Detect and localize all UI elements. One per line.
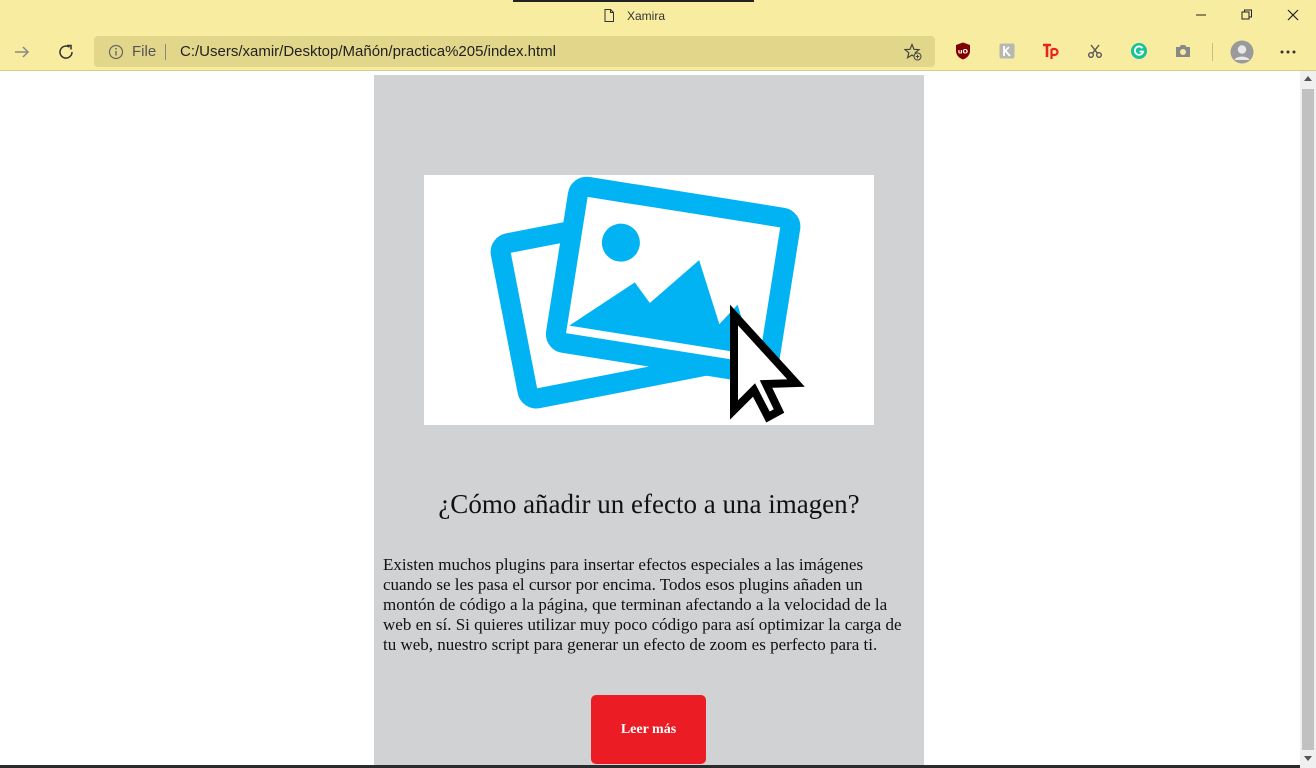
article-card: ¿Cómo añadir un efecto a una imagen? Exi… <box>374 75 924 768</box>
scissors-extension[interactable] <box>1086 42 1104 60</box>
scheme-label: File <box>132 43 157 60</box>
profile-button[interactable] <box>1226 36 1258 68</box>
forward-arrow-icon <box>15 46 30 58</box>
address-bar[interactable]: File C:/Users/xamir/Desktop/Mañón/practi… <box>94 36 935 67</box>
document-icon <box>604 9 614 22</box>
reload-icon <box>59 44 73 59</box>
grammarly-extension[interactable] <box>1130 42 1148 60</box>
camera-extension[interactable] <box>1174 42 1192 60</box>
toolbar-separator <box>1212 43 1213 61</box>
article-heading: ¿Cómo añadir un efecto a una imagen? <box>438 489 860 519</box>
add-favorite-icon[interactable] <box>904 43 922 61</box>
vertical-scrollbar[interactable] <box>1300 71 1316 768</box>
tab-indicator <box>513 0 754 2</box>
more-menu-icon <box>1280 50 1296 54</box>
ext-k-icon <box>999 43 1015 59</box>
minimize-icon <box>1196 14 1206 16</box>
article-image[interactable] <box>424 175 874 425</box>
forward-button[interactable] <box>6 36 38 68</box>
restore-icon <box>1241 9 1252 20</box>
address-separator <box>165 44 166 60</box>
minimize-button[interactable] <box>1178 0 1224 30</box>
window-title: Xamira <box>627 9 666 23</box>
ext-k-extension[interactable] <box>998 42 1016 60</box>
close-icon <box>1287 9 1299 21</box>
tp-icon <box>1043 43 1059 59</box>
reload-button[interactable] <box>50 36 82 68</box>
scissors-icon <box>1088 44 1102 58</box>
info-icon[interactable] <box>108 44 124 60</box>
grammarly-icon <box>1131 43 1147 59</box>
browser-toolbar: File C:/Users/xamir/Desktop/Mañón/practi… <box>0 33 1316 71</box>
read-more-button[interactable]: Leer más <box>591 695 706 764</box>
image-gallery-icon <box>490 176 805 423</box>
tp-extension[interactable] <box>1042 42 1060 60</box>
ublock-extension[interactable]: uO <box>954 42 972 60</box>
page-viewport: ¿Cómo añadir un efecto a una imagen? Exi… <box>0 71 1300 768</box>
scroll-up-arrow[interactable] <box>1304 76 1312 81</box>
more-menu-button[interactable] <box>1272 36 1304 68</box>
restore-button[interactable] <box>1224 0 1270 30</box>
article-body: Existen muchos plugins para insertar efe… <box>383 555 902 654</box>
camera-icon <box>1176 45 1190 57</box>
title-bar: Xamira <box>0 0 1316 33</box>
ublock-icon: uO <box>956 42 970 60</box>
scroll-down-arrow[interactable] <box>1304 756 1312 761</box>
profile-avatar-icon <box>1230 40 1254 64</box>
close-button[interactable] <box>1270 0 1316 30</box>
url-text[interactable]: C:/Users/xamir/Desktop/Mañón/practica%20… <box>180 43 556 60</box>
svg-text:uO: uO <box>958 48 969 56</box>
scrollbar-thumb[interactable] <box>1302 89 1314 750</box>
